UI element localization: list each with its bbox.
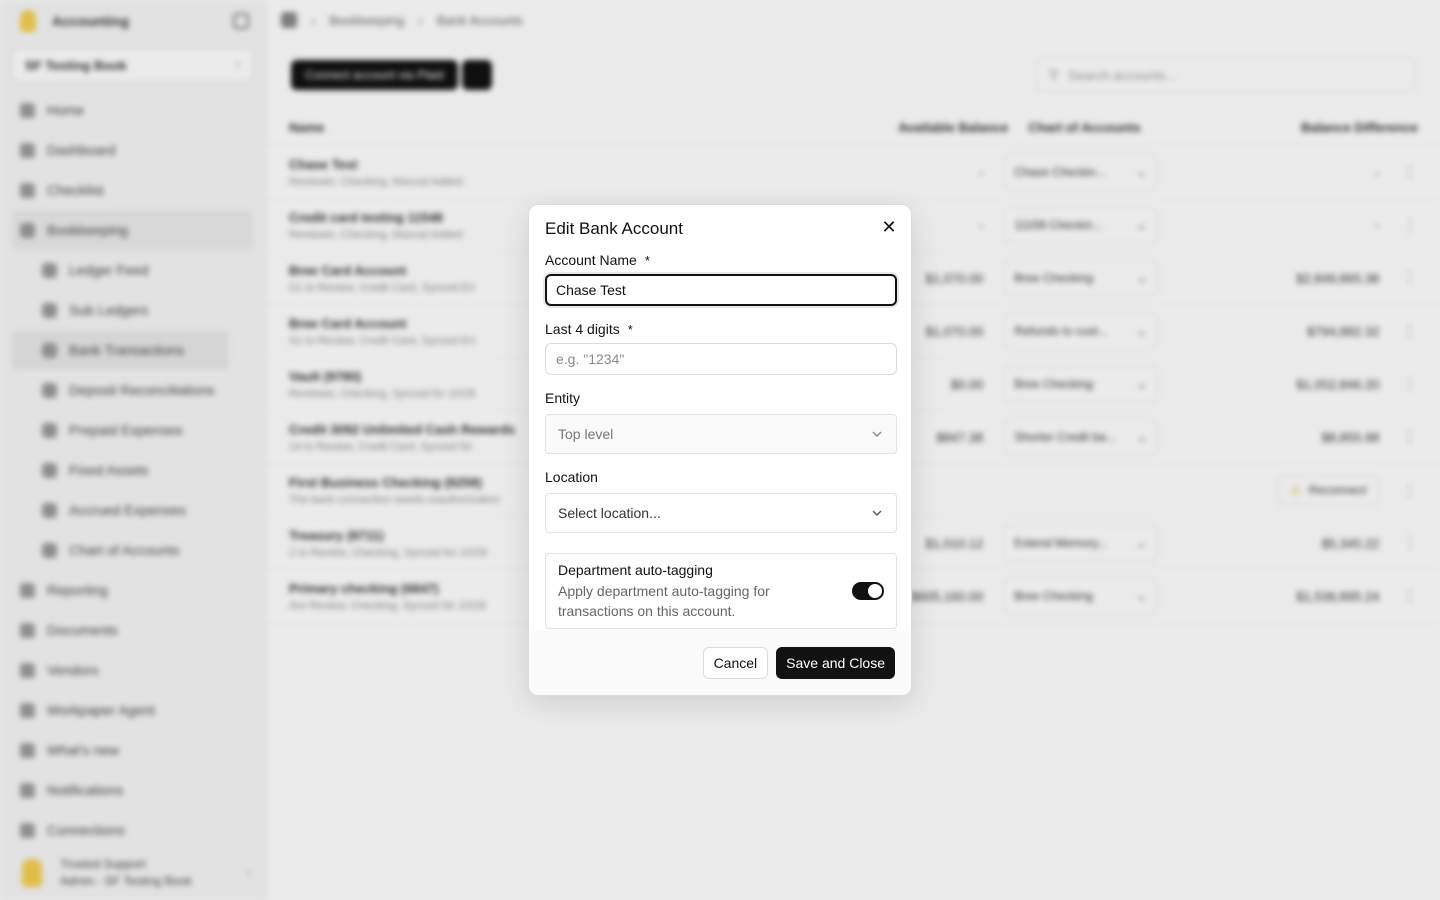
account-name-label: Account Name *	[545, 252, 650, 268]
location-label: Location	[545, 469, 598, 485]
location-select[interactable]: Select location...	[545, 493, 897, 533]
auto-tagging-title: Department auto-tagging	[558, 561, 713, 578]
edit-bank-account-dialog: Edit Bank Account ✕ Account Name * Last …	[528, 204, 912, 696]
cancel-button[interactable]: Cancel	[702, 646, 769, 679]
chevron-down-icon	[872, 431, 882, 437]
auto-tagging-description: Apply department auto-tagging for transa…	[558, 582, 770, 619]
entity-value: Top level	[558, 426, 614, 442]
dialog-title: Edit Bank Account	[545, 219, 683, 238]
entity-select[interactable]: Top level	[545, 414, 897, 454]
last4-label: Last 4 digits *	[545, 321, 633, 337]
save-and-close-button[interactable]: Save and Close	[776, 646, 895, 679]
toggle-knob	[868, 584, 882, 598]
last4-input[interactable]	[545, 343, 897, 375]
auto-tagging-card: Department auto-tagging Apply department…	[545, 553, 897, 629]
dialog-body: Edit Bank Account ✕ Account Name * Last …	[529, 205, 911, 632]
auto-tagging-toggle[interactable]	[852, 582, 884, 600]
close-icon[interactable]: ✕	[881, 218, 897, 236]
chevron-down-icon	[872, 510, 882, 516]
dialog-footer: Cancel Save and Close	[529, 630, 911, 695]
entity-label: Entity	[545, 390, 581, 406]
required-mark: *	[627, 321, 633, 337]
location-value: Select location...	[558, 505, 661, 521]
account-name-input[interactable]	[545, 274, 897, 306]
required-mark: *	[644, 252, 650, 268]
